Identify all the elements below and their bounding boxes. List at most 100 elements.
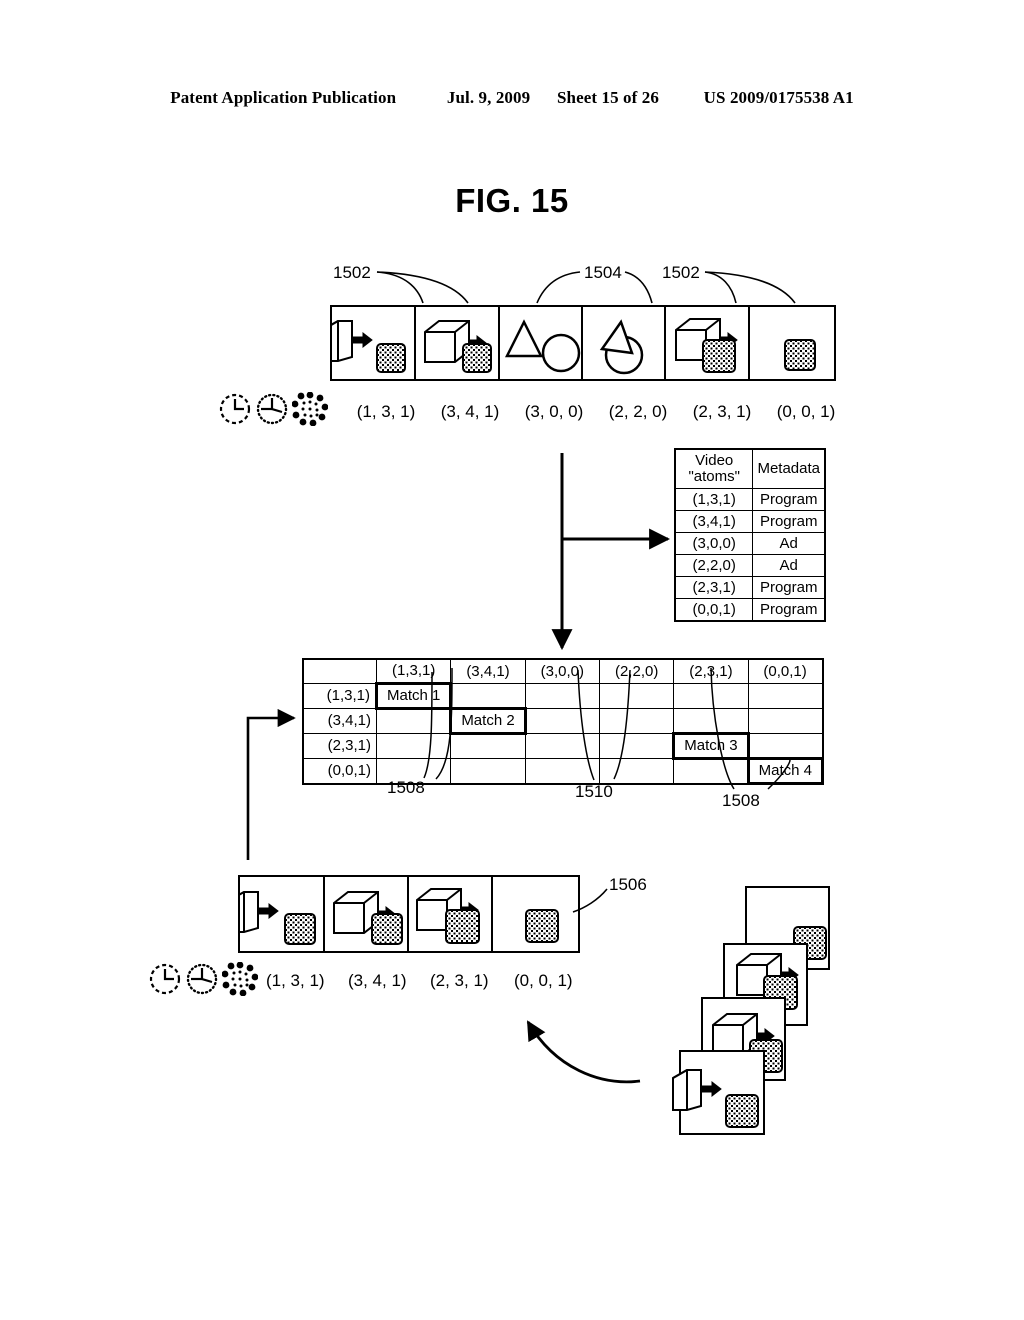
dotted-clock-icon <box>186 963 218 995</box>
top-label-1: (1, 3, 1) <box>356 402 416 421</box>
metadata-atom: (1,3,1) <box>674 488 754 511</box>
dashed-clock-icon <box>219 393 251 425</box>
bottom-label-4: (0, 0, 1) <box>514 971 573 990</box>
matrix-col-header-3: (3,0,0) <box>524 658 600 684</box>
ref-1502-left: 1502 <box>333 263 371 282</box>
stack-frame-1 <box>672 1050 765 1135</box>
table-row: (2,3,1) Match 3 <box>302 732 824 760</box>
matrix-cell-match: Match 2 <box>449 707 527 735</box>
atom-cluster-icon <box>222 962 258 996</box>
matrix-cell <box>450 733 526 759</box>
top-frame-6 <box>750 307 834 379</box>
table-row: (3,4,1) Program <box>674 510 826 533</box>
metadata-value: Program <box>752 488 826 511</box>
matrix-cell <box>747 683 824 709</box>
metadata-value: Ad <box>752 532 826 555</box>
metadata-value: Program <box>752 598 826 622</box>
dotted-square-icon <box>445 909 481 944</box>
triangle-circle-overlap-icon <box>599 319 644 375</box>
bottom-label-2: (3, 4, 1) <box>348 971 407 990</box>
top-label-5: (2, 3, 1) <box>692 402 752 421</box>
matrix-cell-match: Match 4 <box>746 757 825 785</box>
matrix-cell <box>673 708 749 734</box>
top-strip-labels: (1, 3, 1) (3, 4, 1) (3, 0, 0) (2, 2, 0) (2, … <box>344 402 836 422</box>
matrix-col-header-2: (3,4,1) <box>450 658 526 684</box>
matrix-row-header: (0,0,1) <box>302 758 377 784</box>
atom-cluster-icon <box>292 392 328 426</box>
dotted-clock-icon <box>256 393 288 425</box>
metadata-header-row: Video "atoms" Metadata <box>674 448 826 489</box>
bottom-frame-1 <box>240 877 325 951</box>
matrix-row-header: (1,3,1) <box>302 683 377 709</box>
top-label-4: (2, 2, 0) <box>608 402 668 421</box>
matrix-cell <box>747 708 824 734</box>
top-label-6: (0, 0, 1) <box>776 402 836 421</box>
figure-title: FIG. 15 <box>455 182 569 219</box>
matrix-cell <box>375 708 452 734</box>
matrix-cell <box>524 683 600 709</box>
ref-1504: 1504 <box>584 263 622 282</box>
matrix-cell <box>375 733 452 759</box>
matrix-cell <box>524 733 600 759</box>
metadata-value: Ad <box>752 554 826 577</box>
match-matrix-table: (1,3,1) (3,4,1) (3,0,0) (2,2,0) (2,3,1) … <box>302 658 825 785</box>
top-label-2: (3, 4, 1) <box>440 402 500 421</box>
header-date: Jul. 9, 2009 <box>446 88 531 107</box>
top-label-3: (3, 0, 0) <box>524 402 584 421</box>
matrix-cell <box>524 758 600 784</box>
bottom-frame-4 <box>493 877 578 951</box>
matrix-cell <box>673 758 749 784</box>
matrix-cell <box>598 758 675 784</box>
matrix-cell <box>598 733 675 759</box>
matrix-row-header: (3,4,1) <box>302 708 377 734</box>
matrix-col-header-5: (2,3,1) <box>673 658 749 684</box>
half-cube-icon <box>240 891 279 933</box>
table-row: (1,3,1) Program <box>674 488 826 511</box>
matrix-cell <box>450 683 526 709</box>
triangle-icon <box>504 319 543 358</box>
matrix-cell <box>673 683 749 709</box>
metadata-atom: (3,0,0) <box>674 532 754 555</box>
matrix-cell-match: Match 3 <box>672 732 750 760</box>
table-row: (2,3,1) Program <box>674 576 826 599</box>
half-cube-icon <box>672 1069 722 1111</box>
ref-1508-left: 1508 <box>387 778 425 797</box>
top-frame-3 <box>500 307 584 379</box>
circle-icon <box>541 333 580 373</box>
table-row: (0,0,1) Program <box>674 598 826 622</box>
matrix-cell <box>747 733 824 759</box>
publication-header: Patent Application Publication Jul. 9, 2… <box>0 88 1024 108</box>
dotted-square-icon <box>783 339 816 371</box>
dotted-square-icon <box>284 913 316 945</box>
bottom-film-strip <box>238 875 580 953</box>
metadata-header-atoms: Video "atoms" <box>674 448 754 489</box>
dotted-square-icon <box>725 1094 759 1128</box>
bottom-label-1: (1, 3, 1) <box>266 971 325 990</box>
matrix-cell <box>598 683 675 709</box>
matrix-col-header-1: (1,3,1) <box>375 658 452 684</box>
patent-figure-page: Patent Application Publication Jul. 9, 2… <box>0 0 1024 1320</box>
top-frame-1 <box>332 307 417 379</box>
metadata-header-metadata: Metadata <box>752 448 826 489</box>
bottom-frame-3 <box>409 877 494 951</box>
table-row: (3,0,0) Ad <box>674 532 826 555</box>
matrix-corner-cell <box>302 658 377 684</box>
ref-1506: 1506 <box>609 875 647 894</box>
table-row: (0,0,1) Match 4 <box>302 757 825 785</box>
dotted-square-icon <box>462 343 493 373</box>
matrix-row-header: (2,3,1) <box>302 733 377 759</box>
matrix-header-row: (1,3,1) (3,4,1) (3,0,0) (2,2,0) (2,3,1) … <box>302 658 824 684</box>
matrix-cell <box>598 708 675 734</box>
header-document-number: US 2009/0175538 A1 <box>703 88 854 107</box>
metadata-atom: (0,0,1) <box>674 598 754 622</box>
header-sheet: Sheet 15 of 26 <box>556 88 659 107</box>
metadata-atom: (2,3,1) <box>674 576 754 599</box>
matrix-col-header-6: (0,0,1) <box>747 658 824 684</box>
metadata-atom: (2,2,0) <box>674 554 754 577</box>
dotted-square-icon <box>376 343 406 373</box>
table-row: (1,3,1) Match 1 <box>302 682 824 710</box>
dotted-square-icon <box>371 913 403 945</box>
ref-1502-right: 1502 <box>662 263 700 282</box>
top-frame-5 <box>666 307 750 379</box>
matrix-col-header-4: (2,2,0) <box>598 658 675 684</box>
